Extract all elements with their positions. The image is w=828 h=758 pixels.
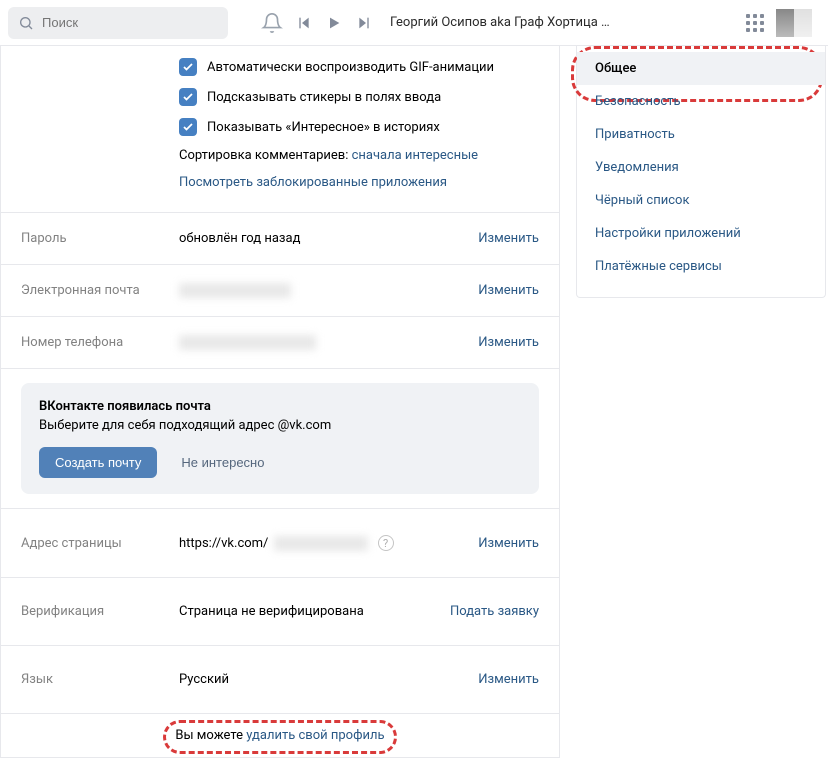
search-input[interactable] [42,15,218,30]
comment-sort-row: Сортировка комментариев: сначала интерес… [21,142,539,169]
checkbox-checked-icon[interactable] [179,58,197,76]
sidebar-item-security[interactable]: Безопасность [577,85,825,118]
play-icon[interactable] [320,9,348,37]
comment-sort-link[interactable]: сначала интересные [352,148,478,163]
delete-profile-footer: Вы можете удалить свой профиль [1,714,559,757]
row-label: Пароль [21,231,179,246]
row-label: Верификация [21,604,179,619]
top-header: Георгий Осипов aka Граф Хортица … [0,0,828,46]
row-label: Адрес страницы [21,536,179,551]
music-player [290,9,378,37]
create-mail-button[interactable]: Создать почту [39,447,157,478]
sidebar-item-privacy[interactable]: Приватность [577,118,825,151]
setting-sticker-hints[interactable]: Подсказывать стикеры в полях ввода [21,82,539,112]
email-row: Электронная почта hidden@mail Изменить [1,265,559,316]
comment-sort-label: Сортировка комментариев: [179,148,352,163]
promo-subtitle: Выберите для себя подходящий адрес @vk.c… [39,418,521,433]
blocked-apps-link[interactable]: Посмотреть заблокированные приложения [179,175,447,190]
sidebar-item-notifications[interactable]: Уведомления [577,151,825,184]
checkbox-label: Подсказывать стикеры в полях ввода [207,90,441,105]
email-value: hidden@mail [179,283,478,298]
language-value: Русский [179,672,478,687]
address-prefix: https://vk.com/ [179,536,268,551]
address-value: https://vk.com/xxxxxxx ? [179,535,478,551]
password-value: обновлён год назад [179,231,478,246]
checkbox-checked-icon[interactable] [179,118,197,136]
sidebar-item-app-settings[interactable]: Настройки приложений [577,217,825,250]
change-language-link[interactable]: Изменить [478,672,539,687]
content-layout: Автоматически воспроизводить GIF-анимаци… [0,46,828,758]
change-address-link[interactable]: Изменить [478,536,539,551]
notifications-icon[interactable] [258,9,286,37]
row-label: Номер телефона [21,335,179,350]
profile-avatar[interactable] [776,9,812,37]
settings-main-panel: Автоматически воспроизводить GIF-анимаци… [0,46,560,758]
language-row: Язык Русский Изменить [1,646,559,713]
verification-row: Верификация Страница не верифицирована П… [1,578,559,645]
prev-track-icon[interactable] [290,9,318,37]
sidebar-item-blacklist[interactable]: Чёрный список [577,184,825,217]
apps-icon[interactable] [746,14,764,32]
search-box[interactable] [8,7,228,39]
sidebar-item-general[interactable]: Общее [577,52,825,85]
password-row: Пароль обновлён год назад Изменить [1,213,559,264]
change-phone-link[interactable]: Изменить [478,335,539,350]
checkbox-label: Показывать «Интересное» в историях [207,120,440,135]
phone-row: Номер телефона +0 000 000 00 00 Изменить [1,317,559,368]
change-password-link[interactable]: Изменить [478,231,539,246]
row-label: Язык [21,672,179,687]
promo-title: ВКонтакте появилась почта [39,399,521,414]
next-track-icon[interactable] [350,9,378,37]
current-track[interactable]: Георгий Осипов aka Граф Хортица … [390,15,610,30]
row-label: Электронная почта [21,283,179,298]
phone-value: +0 000 000 00 00 [179,335,478,350]
help-icon[interactable]: ? [378,535,394,551]
checkbox-checked-icon[interactable] [179,88,197,106]
settings-sidebar: Общее Безопасность Приватность Уведомлен… [576,46,826,298]
setting-show-interesting[interactable]: Показывать «Интересное» в историях [21,112,539,142]
checkbox-label: Автоматически воспроизводить GIF-анимаци… [207,60,494,75]
verify-request-link[interactable]: Подать заявку [450,604,539,619]
setting-gif-autoplay[interactable]: Автоматически воспроизводить GIF-анимаци… [21,52,539,82]
sidebar-item-payment[interactable]: Платёжные сервисы [577,250,825,283]
highlight-annotation [163,720,397,754]
verification-value: Страница не верифицирована [179,604,450,619]
address-row: Адрес страницы https://vk.com/xxxxxxx ? … [1,509,559,577]
search-icon [18,15,34,31]
change-email-link[interactable]: Изменить [478,283,539,298]
dismiss-promo-button[interactable]: Не интересно [181,455,264,470]
vk-mail-promo: ВКонтакте появилась почта Выберите для с… [21,383,539,494]
